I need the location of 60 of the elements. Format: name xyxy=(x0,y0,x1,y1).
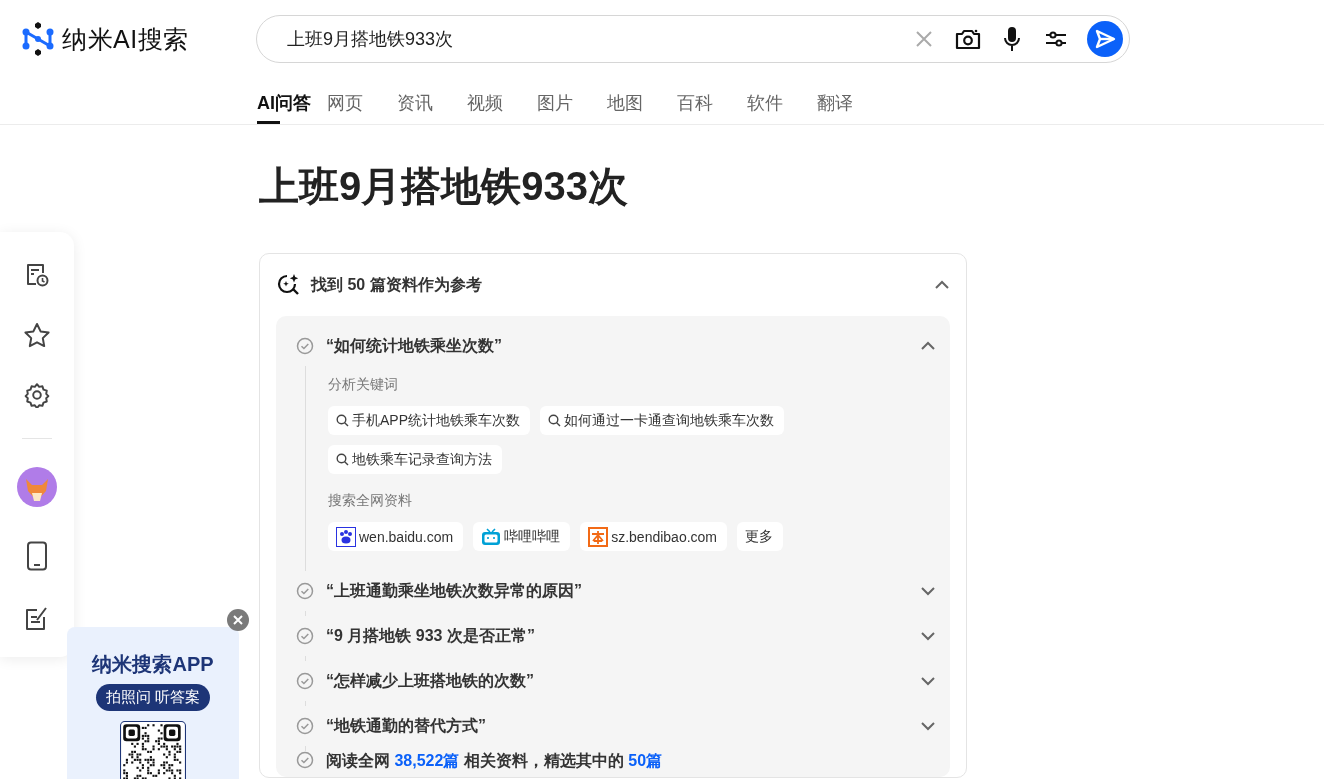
keyword-chip[interactable]: 如何通过一卡通查询地铁乘车次数 xyxy=(540,406,784,435)
check-circle-icon xyxy=(296,337,314,355)
nav-tab[interactable]: 软件 xyxy=(747,78,817,124)
source-chip[interactable]: 哔哩哔哩 xyxy=(473,522,571,551)
search-icon xyxy=(548,414,561,427)
source-chip[interactable]: sz.bendibao.com xyxy=(580,522,727,551)
source-chip[interactable]: wen.baidu.com xyxy=(328,522,464,551)
nav-tab[interactable]: 视频 xyxy=(467,78,537,124)
chevron-up-icon[interactable] xyxy=(934,280,950,290)
chevron-down-icon[interactable] xyxy=(920,676,936,686)
search-field[interactable]: 上班9月搭地铁933次 xyxy=(285,27,893,51)
check-circle-icon xyxy=(296,717,314,735)
chevron-down-icon[interactable] xyxy=(920,631,936,641)
promo-tagline: 拍照问 听答案 xyxy=(95,684,211,711)
nav-tab[interactable]: AI问答 xyxy=(257,78,327,124)
brand-name: 纳米AI搜索 xyxy=(62,23,189,55)
keyword-chip[interactable]: 手机APP统计地铁乘车次数 xyxy=(328,406,530,435)
nav-tab[interactable]: 地图 xyxy=(607,78,677,124)
nav-tab[interactable]: 图片 xyxy=(537,78,607,124)
check-circle-icon xyxy=(296,627,314,645)
check-circle-icon xyxy=(296,582,314,600)
page-title: 上班9月搭地铁933次 xyxy=(259,163,629,210)
query-title: “上班通勤乘坐地铁次数异常的原因” xyxy=(326,580,583,601)
phone-icon[interactable] xyxy=(26,541,48,571)
promo-title: 纳米搜索APP xyxy=(92,652,214,677)
query-title: “如何统计地铁乘坐次数” xyxy=(326,335,503,356)
history-icon[interactable] xyxy=(24,262,50,288)
chevron-down-icon[interactable] xyxy=(920,586,936,596)
send-button[interactable] xyxy=(1087,21,1123,57)
chevron-up-icon[interactable] xyxy=(920,341,936,351)
settings-icon[interactable] xyxy=(24,382,50,408)
source-chip[interactable]: 更多 xyxy=(737,522,783,551)
summary-text: 阅读全网 38,522篇 相关资料，精选其中的 50篇 xyxy=(326,751,663,771)
query-title: “怎样减少上班搭地铁的次数” xyxy=(326,670,535,691)
query-title: “9 月搭地铁 933 次是否正常” xyxy=(326,625,536,646)
nav-tab[interactable]: 网页 xyxy=(327,78,397,124)
check-circle-icon xyxy=(296,672,314,690)
sparkle-search-icon xyxy=(277,273,301,297)
edit-note-icon[interactable] xyxy=(24,605,50,631)
search-icon xyxy=(336,414,349,427)
sources-label: 搜索全网资料 xyxy=(328,492,413,510)
avatar-icon[interactable] xyxy=(17,467,57,507)
chevron-down-icon[interactable] xyxy=(920,721,936,731)
send-icon xyxy=(1094,29,1116,49)
paw-icon xyxy=(336,526,356,547)
close-icon xyxy=(233,615,243,625)
tv-icon xyxy=(481,527,502,546)
close-button[interactable] xyxy=(227,609,249,631)
query-title: “地铁通勤的替代方式” xyxy=(326,715,487,736)
star-icon[interactable] xyxy=(23,322,51,348)
keywords-label: 分析关键词 xyxy=(328,376,399,394)
nav-tab[interactable]: 资讯 xyxy=(397,78,467,124)
nav-tab[interactable]: 翻译 xyxy=(817,78,887,124)
logo-icon xyxy=(588,526,609,547)
references-heading: 找到 50 篇资料作为参考 xyxy=(311,274,483,295)
nav-tab[interactable]: 百科 xyxy=(677,78,747,124)
search-icon xyxy=(336,453,349,466)
logo-icon xyxy=(22,22,54,56)
check-circle-icon xyxy=(296,751,314,769)
keyword-chip[interactable]: 地铁乘车记录查询方法 xyxy=(328,445,502,474)
